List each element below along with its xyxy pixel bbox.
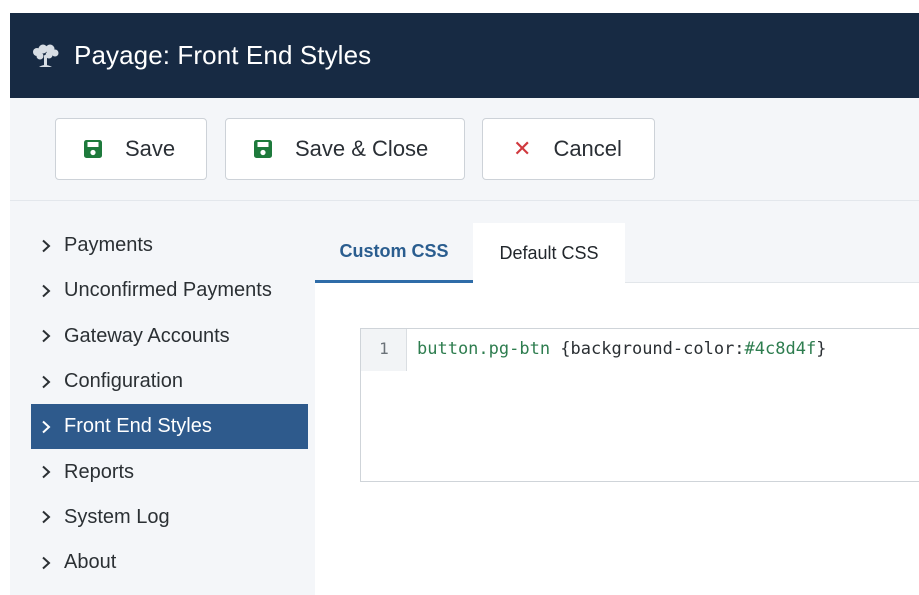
line-number-gutter: 1	[361, 329, 407, 371]
chevron-right-icon	[42, 329, 51, 343]
sidebar-item-label: Payments	[64, 234, 153, 257]
page-header: Payage: Front End Styles	[10, 13, 919, 98]
css-close-brace: }	[816, 339, 827, 359]
sidebar-item-configuration[interactable]: Configuration	[31, 359, 308, 404]
css-code-editor[interactable]: 1 button.pg-btn {background-color:#4c8d4…	[360, 328, 919, 482]
tab-label: Default CSS	[499, 242, 599, 263]
chevron-right-icon	[42, 239, 51, 252]
save-close-button[interactable]: Save & Close	[225, 118, 465, 180]
sidebar-item-system-log[interactable]: System Log	[31, 495, 308, 540]
code-line[interactable]: button.pg-btn {background-color:#4c8d4f}	[417, 339, 826, 359]
app-frame: Payage: Front End Styles Save Save & Clo…	[10, 13, 919, 595]
save-close-button-label: Save & Close	[295, 136, 429, 161]
sidebar: Payments Unconfirmed Payments Gateway Ac…	[10, 201, 315, 595]
sidebar-item-front-end-styles[interactable]: Front End Styles	[31, 404, 308, 450]
tab-bar: Custom CSS Default CSS	[315, 201, 919, 283]
save-button[interactable]: Save	[55, 118, 207, 180]
sidebar-item-about[interactable]: About	[31, 540, 308, 585]
chevron-right-icon	[42, 284, 51, 298]
toolbar: Save Save & Close ✕ Cancel	[10, 98, 919, 201]
sidebar-item-payments[interactable]: Payments	[31, 223, 308, 268]
css-open-brace: {	[550, 339, 571, 359]
sidebar-item-label: System Log	[64, 505, 170, 528]
floppy-disk-icon	[253, 139, 273, 159]
sidebar-item-label: About	[64, 551, 117, 574]
tree-icon	[33, 44, 59, 67]
tab-default-css[interactable]: Default CSS	[473, 223, 625, 283]
page-title: Payage: Front End Styles	[74, 40, 372, 70]
sidebar-item-label: Gateway Accounts	[64, 324, 230, 347]
tab-label: Custom CSS	[339, 241, 449, 261]
cancel-button-label: Cancel	[553, 136, 622, 161]
tab-custom-css[interactable]: Custom CSS	[315, 223, 473, 283]
cancel-button[interactable]: ✕ Cancel	[482, 118, 655, 180]
sidebar-item-unconfirmed-payments[interactable]: Unconfirmed Payments	[31, 268, 308, 313]
sidebar-item-label: Configuration	[64, 370, 183, 393]
x-icon: ✕	[513, 136, 532, 161]
css-value: #4c8d4f	[744, 339, 817, 359]
chevron-right-icon	[42, 511, 51, 524]
save-button-label: Save	[125, 136, 176, 161]
line-number: 1	[379, 339, 389, 358]
main-content: Custom CSS Default CSS 1 button.pg-btn {…	[315, 201, 919, 595]
sidebar-item-label: Front End Styles	[64, 415, 212, 438]
sidebar-item-reports[interactable]: Reports	[31, 449, 308, 494]
chevron-right-icon	[42, 556, 51, 569]
sidebar-nav: Payments Unconfirmed Payments Gateway Ac…	[31, 223, 308, 585]
css-property: background-color:	[570, 339, 745, 359]
sidebar-item-label: Unconfirmed Payments	[64, 279, 272, 302]
css-selector: button.pg-btn	[417, 339, 551, 359]
chevron-right-icon	[42, 375, 51, 388]
floppy-disk-icon	[83, 139, 103, 159]
sidebar-item-gateway-accounts[interactable]: Gateway Accounts	[31, 314, 308, 359]
sidebar-item-label: Reports	[64, 460, 135, 483]
chevron-right-icon	[42, 420, 51, 434]
chevron-right-icon	[42, 465, 51, 479]
